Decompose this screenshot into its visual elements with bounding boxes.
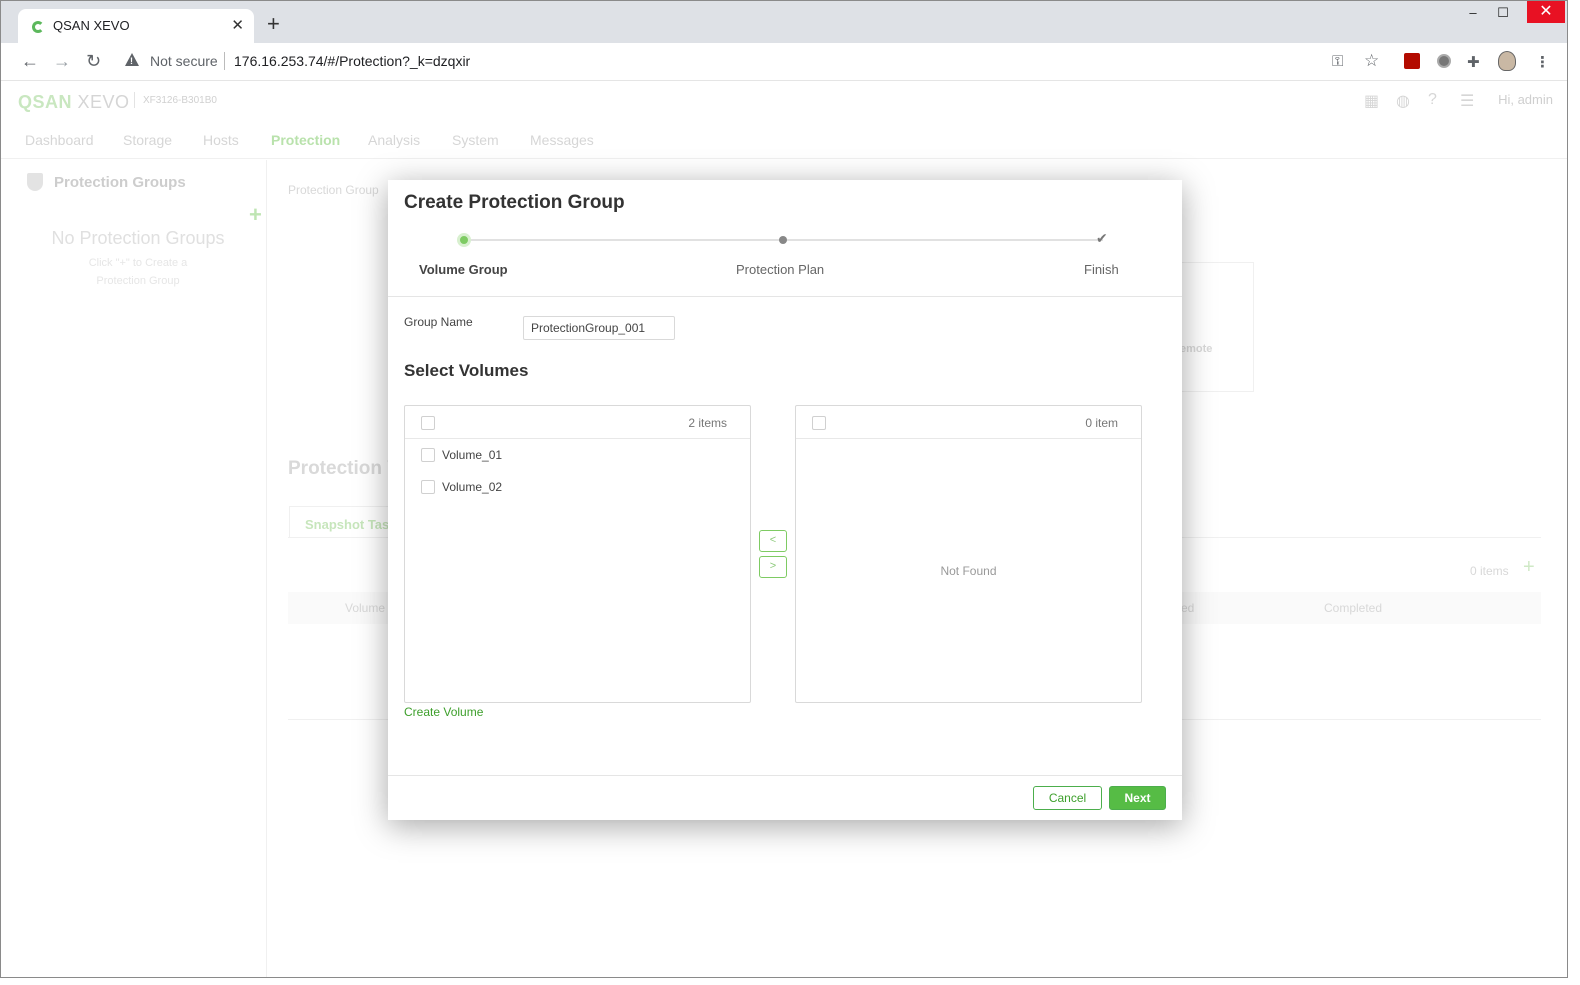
nav-storage[interactable]: Storage xyxy=(123,132,172,148)
sidebar-empty-hint: Click "+" to Create a Protection Group xyxy=(88,257,188,287)
nav-protection[interactable]: Protection xyxy=(271,132,340,148)
step-finish-label: Finish xyxy=(1084,262,1119,277)
nav-hosts[interactable]: Hosts xyxy=(203,132,239,148)
create-volume-link[interactable]: Create Volume xyxy=(404,705,483,719)
address-separator xyxy=(224,52,225,70)
browser-toolbar: ← → ↻ ! Not secure 176.16.253.74/#/Prote… xyxy=(1,43,1567,81)
target-count: 0 item xyxy=(1085,416,1118,430)
qsan-favicon-icon xyxy=(32,21,44,33)
divider xyxy=(388,775,1182,776)
target-list-header: 0 item xyxy=(796,406,1141,439)
brand-separator xyxy=(134,92,135,108)
window-close-button[interactable]: ✕ xyxy=(1527,1,1565,23)
key-icon[interactable]: ⚿ xyxy=(1332,53,1343,70)
step-volume-group-label: Volume Group xyxy=(419,262,508,277)
background-count: 0 items xyxy=(1470,564,1509,578)
target-empty-text: Not Found xyxy=(940,564,997,578)
step-protection-plan-dot xyxy=(779,236,787,244)
sidebar-empty-title: No Protection Groups xyxy=(51,228,225,248)
source-select-all-checkbox[interactable] xyxy=(421,416,435,430)
globe-icon[interactable]: ◍ xyxy=(1396,91,1410,111)
window-maximize-button[interactable]: ☐ xyxy=(1483,1,1523,27)
finish-check-icon: ✔ xyxy=(1096,230,1108,246)
breadcrumb: Protection Group xyxy=(288,183,379,197)
group-name-input[interactable] xyxy=(523,316,675,340)
target-select-all-checkbox[interactable] xyxy=(812,416,826,430)
star-icon[interactable]: ☆ xyxy=(1364,51,1379,71)
source-count: 2 items xyxy=(688,416,727,430)
reload-icon[interactable]: ↻ xyxy=(86,51,101,71)
nav-dashboard[interactable]: Dashboard xyxy=(25,132,94,148)
tab-close-icon[interactable]: ✕ xyxy=(231,16,244,34)
source-list-header: 2 items xyxy=(405,406,750,439)
group-name-label: Group Name xyxy=(404,315,473,329)
source-volume-list: 2 items Volume_01 Volume_02 xyxy=(404,405,751,703)
browser-window: QSAN XEVO ✕ + – ☐ ✕ ← → ↻ ! Not secure 1… xyxy=(0,0,1568,978)
help-icon[interactable]: ? xyxy=(1428,91,1437,109)
dialog-title: Create Protection Group xyxy=(404,192,625,213)
add-icon: + xyxy=(1523,556,1535,578)
not-secure-label[interactable]: Not secure xyxy=(150,53,218,69)
list-item[interactable]: Volume_01 xyxy=(405,439,750,471)
step-protection-plan-label: Protection Plan xyxy=(736,262,825,277)
next-button[interactable]: Next xyxy=(1109,786,1166,810)
volume-label: Volume_01 xyxy=(442,448,503,462)
extension-round-icon[interactable] xyxy=(1437,54,1451,68)
background-section-title: Protection V xyxy=(288,458,400,479)
browser-titlebar: QSAN XEVO ✕ + – ☐ ✕ xyxy=(1,1,1567,43)
brand-logo: QSAN XEVO xyxy=(18,92,130,112)
grid-icon[interactable]: ▦ xyxy=(1364,91,1379,111)
volume-checkbox[interactable] xyxy=(421,480,435,494)
profile-avatar-icon[interactable] xyxy=(1498,51,1516,71)
new-tab-button[interactable]: + xyxy=(267,13,280,35)
nav-system[interactable]: System xyxy=(452,132,499,148)
volume-checkbox[interactable] xyxy=(421,448,435,462)
shield-icon xyxy=(27,173,43,191)
background-tab: Snapshot Tas xyxy=(289,506,399,538)
tab-title: QSAN XEVO xyxy=(53,18,130,33)
puzzle-icon[interactable]: ✚ xyxy=(1467,53,1480,71)
warning-icon[interactable]: ! xyxy=(125,53,139,66)
divider xyxy=(388,296,1182,297)
menu-dots-icon[interactable]: ⋮ xyxy=(1535,53,1550,71)
target-volume-list: 0 item Not Found xyxy=(795,405,1142,703)
select-volumes-title: Select Volumes xyxy=(404,361,529,380)
step-volume-group-dot xyxy=(457,233,471,247)
volume-label: Volume_02 xyxy=(442,480,503,494)
main-nav: Dashboard Storage Hosts Protection Analy… xyxy=(1,127,1567,159)
cancel-button[interactable]: Cancel xyxy=(1033,786,1102,810)
back-icon[interactable]: ← xyxy=(21,51,39,71)
filter-icon[interactable]: ☰ xyxy=(1460,91,1474,111)
nav-messages[interactable]: Messages xyxy=(530,132,594,148)
create-protection-group-dialog: Create Protection Group ✔ Volume Group P… xyxy=(388,180,1182,820)
add-protection-group-icon[interactable]: + xyxy=(249,202,262,228)
nav-analysis[interactable]: Analysis xyxy=(368,132,420,148)
move-right-button[interactable]: > xyxy=(759,556,787,578)
user-greeting[interactable]: Hi, admin xyxy=(1498,92,1553,107)
sidebar: Protection Groups + No Protection Groups… xyxy=(9,160,267,977)
pdf-extension-icon[interactable] xyxy=(1404,53,1420,69)
browser-tab[interactable]: QSAN XEVO ✕ xyxy=(18,9,254,43)
model-label: XF3126-B301B0 xyxy=(143,95,217,106)
sidebar-title: Protection Groups xyxy=(54,174,186,191)
forward-icon[interactable]: → xyxy=(53,51,71,71)
list-item[interactable]: Volume_02 xyxy=(405,471,750,503)
address-bar[interactable]: 176.16.253.74/#/Protection?_k=dzqxir xyxy=(234,53,470,69)
move-left-button[interactable]: < xyxy=(759,530,787,552)
